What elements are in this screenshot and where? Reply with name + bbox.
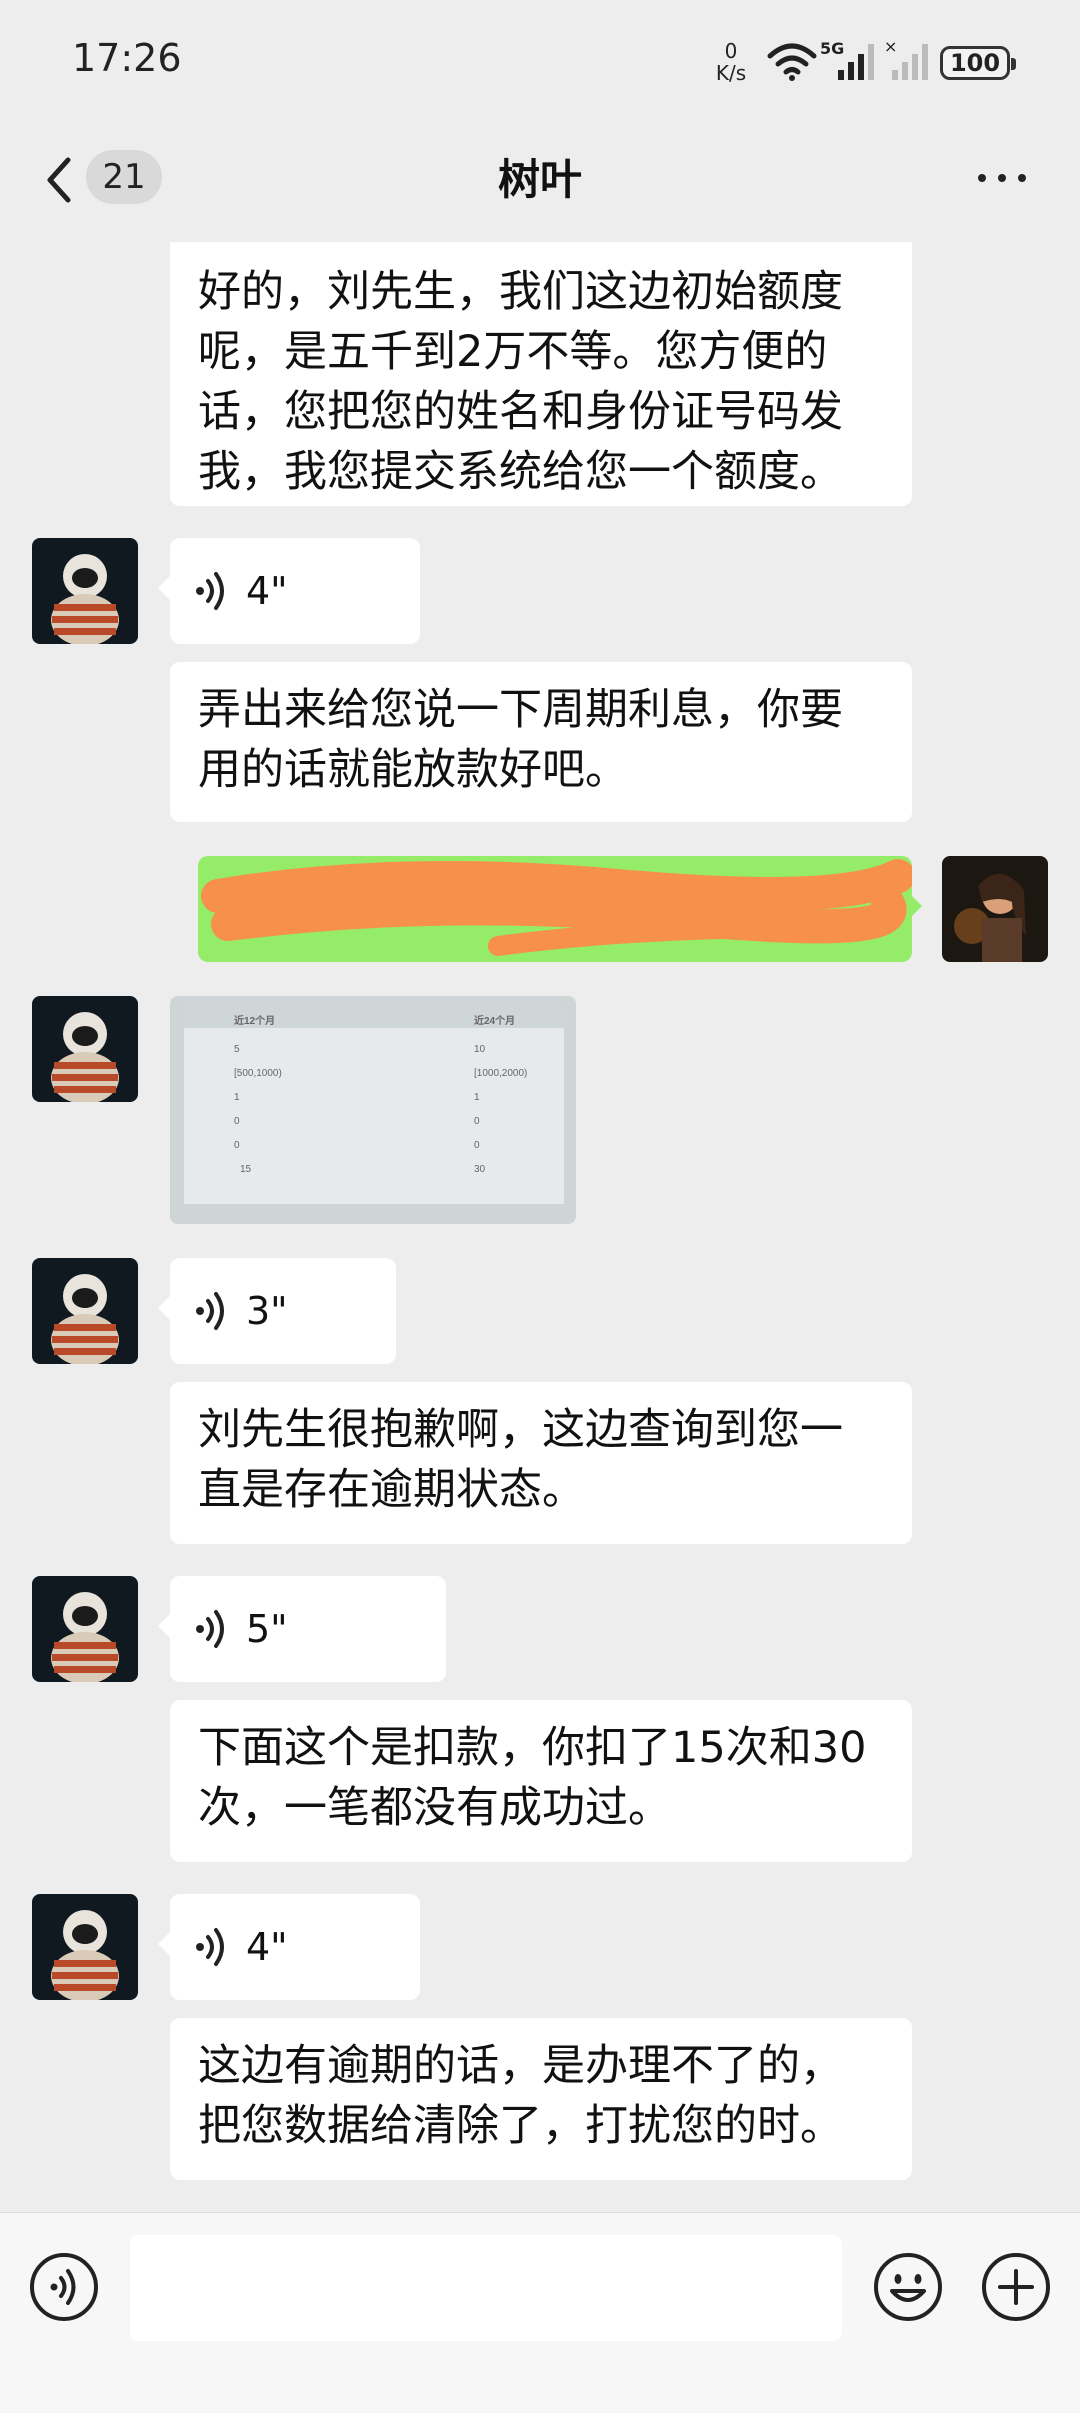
message-bubble-text[interactable]: 下面这个是扣款，你扣了15次和30次，一笔都没有成功过。 xyxy=(170,1700,912,1862)
chat-title: 树叶 xyxy=(497,155,582,204)
voice-message[interactable]: 5" xyxy=(158,1576,446,1682)
voice-icon xyxy=(196,1292,224,1330)
image-content: 近12个月 近24个月 5 10 [500,1000) [1000,2000) … xyxy=(184,1004,564,1204)
self-avatar-icon xyxy=(942,856,1048,962)
message-bubble-text[interactable]: 刘先生很抱歉啊，这边查询到您一直是存在逾期状态。 xyxy=(170,1382,912,1544)
avatar-contact[interactable] xyxy=(32,1894,138,2000)
wifi-icon xyxy=(767,43,817,81)
astronaut-avatar-icon xyxy=(32,1258,138,1364)
signal-no-service-icon: × xyxy=(884,38,928,80)
astronaut-avatar-icon xyxy=(32,996,138,1102)
voice-icon xyxy=(196,572,224,610)
astronaut-avatar-icon xyxy=(32,538,138,644)
avatar-self[interactable] xyxy=(942,856,1048,962)
voice-message[interactable]: 3" xyxy=(158,1258,396,1364)
voice-duration: 5" xyxy=(246,1607,288,1651)
avatar-contact[interactable] xyxy=(32,1258,138,1364)
voice-duration: 4" xyxy=(246,1925,288,1969)
avatar-contact[interactable] xyxy=(32,1576,138,1682)
voice-icon xyxy=(196,1610,224,1648)
battery-icon: 100 xyxy=(940,46,1016,80)
network-speed: 0 K/s xyxy=(715,39,747,85)
voice-message[interactable]: 4" xyxy=(158,538,420,644)
status-bar: 17:26 0 K/s 5G × 100 xyxy=(0,0,1080,120)
add-icon[interactable] xyxy=(980,2251,1052,2323)
redaction-scribble xyxy=(201,859,912,956)
voice-duration: 3" xyxy=(246,1289,288,1333)
voice-input-icon[interactable] xyxy=(28,2251,100,2323)
avatar-contact[interactable] xyxy=(32,996,138,1102)
status-time: 17:26 xyxy=(72,36,182,80)
message-bubble-text[interactable]: 弄出来给您说一下周期利息，你要用的话就能放款好吧。 xyxy=(170,662,912,822)
svg-text:×: × xyxy=(884,38,897,56)
signal-5g-icon: 5G xyxy=(820,39,874,80)
more-icon[interactable] xyxy=(976,168,1030,188)
svg-text:5G: 5G xyxy=(820,39,844,58)
voice-message[interactable]: 4" xyxy=(158,1894,420,2000)
astronaut-avatar-icon xyxy=(32,1576,138,1682)
message-bubble-text[interactable]: 好的，刘先生，我们这边初始额度呢，是五千到2万不等。您方便的话，您把您的姓名和身… xyxy=(170,242,912,506)
voice-duration: 4" xyxy=(246,569,288,613)
message-bubble-text[interactable]: 这边有逾期的话，是办理不了的，把您数据给清除了，打扰您的时。 xyxy=(170,2018,912,2180)
message-input[interactable] xyxy=(130,2235,842,2341)
message-bubble-outgoing-redacted[interactable] xyxy=(198,856,912,962)
chat-header: 21 树叶 xyxy=(0,120,1080,242)
avatar-contact[interactable] xyxy=(32,538,138,644)
image-message[interactable]: 近12个月 近24个月 5 10 [500,1000) [1000,2000) … xyxy=(170,996,576,1224)
bubble-tail xyxy=(910,894,922,918)
astronaut-avatar-icon xyxy=(32,1894,138,2000)
emoji-icon[interactable] xyxy=(872,2251,944,2323)
message-list[interactable]: 好的，刘先生，我们这边初始额度呢，是五千到2万不等。您方便的话，您把您的姓名和身… xyxy=(0,242,1080,2212)
voice-icon xyxy=(196,1928,224,1966)
input-bar xyxy=(0,2212,1080,2413)
